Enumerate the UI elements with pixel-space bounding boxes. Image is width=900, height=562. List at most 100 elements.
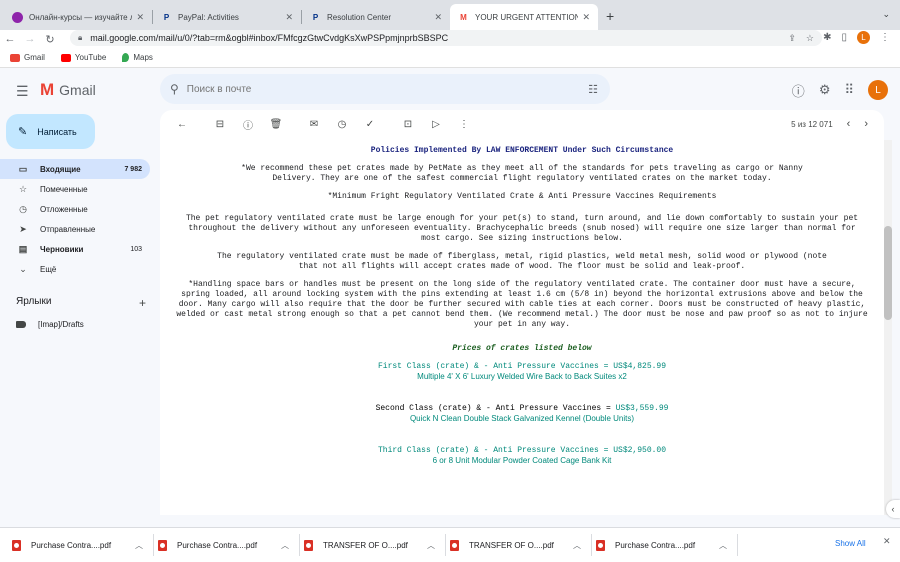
back-to-inbox-icon[interactable]: ←: [172, 119, 192, 130]
bookmark-gmail[interactable]: Gmail: [10, 53, 45, 62]
scrollbar-track[interactable]: [884, 140, 892, 515]
download-item[interactable]: TRANSFER OF O....pdf ︿: [300, 534, 446, 556]
label-icon[interactable]: ▷: [426, 119, 446, 130]
download-item[interactable]: TRANSFER OF O....pdf ︿: [446, 534, 592, 556]
search-bar: ⚲ ☷: [160, 74, 610, 104]
apps-grid-icon[interactable]: ⠿: [844, 82, 854, 98]
archive-icon[interactable]: ⊟: [210, 119, 230, 130]
chevron-up-icon[interactable]: ︿: [281, 540, 289, 551]
pdf-file-icon: [596, 539, 605, 551]
gear-icon[interactable]: ⚙: [819, 82, 831, 98]
price-item: First Class (crate) & - Anti Pressure Va…: [160, 362, 884, 382]
browser-tab[interactable]: P Resolution Center ✕: [302, 4, 450, 30]
price-description: Quick N Clean Double Stack Galvanized Ke…: [409, 414, 635, 423]
email-paragraph: *Handling space bars or handles must be …: [176, 280, 868, 329]
add-label-icon[interactable]: +: [139, 296, 146, 310]
sidebar-item-imap-drafts[interactable]: [Imap]/Drafts: [16, 320, 84, 329]
back-icon[interactable]: ←: [0, 33, 20, 45]
prices-heading: Prices of crates listed below: [452, 344, 592, 353]
labels-heading: Ярлыки +: [16, 296, 146, 310]
address-bar[interactable]: 🔒︎ mail.google.com/mail/u/0/?tab=rm&ogbl…: [70, 30, 822, 46]
sidebar-item-starred[interactable]: ☆ Помеченные: [0, 179, 150, 199]
download-item[interactable]: Purchase Contra....pdf ︿: [154, 534, 300, 556]
browser-tab[interactable]: P PayPal: Activities ✕: [153, 4, 301, 30]
gmail-header: ☰ M Gmail ⚲ ☷ ⓘ ⚙ ⠿ L: [0, 68, 900, 110]
new-tab-icon[interactable]: +: [606, 8, 614, 24]
scrollbar-thumb[interactable]: [884, 226, 892, 320]
sidebar-item-more[interactable]: ⌄ Ещё: [0, 259, 150, 279]
email-paragraph: *Minimum Fright Regulatory Ventilated Cr…: [327, 192, 717, 201]
show-all-downloads-button[interactable]: Show All: [829, 535, 872, 552]
pdf-file-icon: [12, 539, 21, 551]
delete-icon[interactable]: 🗑︎: [266, 119, 286, 130]
pagination: 5 из 12 071 ‹ ›: [791, 118, 868, 130]
compose-button[interactable]: ✎ Написать: [6, 114, 95, 149]
search-icon[interactable]: ⚲: [170, 82, 179, 96]
tab-title: Онлайн-курсы — изучайте л...: [29, 12, 133, 22]
share-icon[interactable]: ⇪: [788, 33, 796, 44]
downloads-bar: Purchase Contra....pdf ︿ Purchase Contra…: [0, 527, 900, 562]
chevron-up-icon[interactable]: ︿: [573, 540, 581, 551]
profile-avatar[interactable]: L: [857, 31, 870, 44]
close-icon[interactable]: ✕: [434, 12, 442, 23]
pdf-file-icon: [158, 539, 167, 551]
clock-icon: ◷: [19, 203, 27, 214]
price-label: First Class (crate) & - Anti Pressure Va…: [377, 362, 614, 371]
reload-icon[interactable]: ↻: [40, 33, 60, 46]
mark-unread-icon[interactable]: ✉: [304, 119, 324, 130]
tab-title: PayPal: Activities: [178, 12, 239, 22]
bookmark-star-icon[interactable]: ☆: [806, 33, 814, 44]
close-icon[interactable]: ✕: [883, 536, 891, 547]
lock-icon[interactable]: 🔒︎: [78, 33, 82, 43]
message-toolbar: ← ⊟ ⓘ 🗑︎ ✉ ◷ ✓ ⊡ ▷ ⋮ 5 из 12 071 ‹ ›: [160, 110, 884, 138]
download-item[interactable]: Purchase Contra....pdf ︿: [8, 534, 154, 556]
snooze-icon[interactable]: ◷: [332, 119, 352, 130]
browser-tab-active[interactable]: M YOUR URGENT ATTENTION IS... ✕: [450, 4, 598, 30]
search-input[interactable]: [186, 83, 589, 95]
forward-icon[interactable]: →: [20, 33, 40, 45]
menu-icon[interactable]: ⋮: [880, 32, 890, 43]
close-icon[interactable]: ✕: [582, 12, 590, 23]
email-paragraph: The pet regulatory ventilated crate must…: [185, 214, 859, 243]
bookmark-maps[interactable]: Maps: [122, 53, 153, 62]
sidebar-item-snoozed[interactable]: ◷ Отложенные: [0, 199, 150, 219]
gmail-logo[interactable]: M Gmail: [40, 80, 96, 100]
side-panel-toggle-icon[interactable]: ‹: [886, 500, 900, 518]
close-icon[interactable]: ✕: [136, 12, 144, 23]
side-panel-icon[interactable]: ▯: [841, 32, 847, 43]
report-spam-icon[interactable]: ⓘ: [238, 117, 258, 132]
sidebar-item-inbox[interactable]: ▭ Входящие 7 982: [0, 159, 150, 179]
tab-title: YOUR URGENT ATTENTION IS...: [475, 12, 579, 22]
sidebar-item-drafts[interactable]: ▤ Черновики 103: [0, 239, 150, 259]
move-to-icon[interactable]: ⊡: [398, 119, 418, 130]
chevron-up-icon[interactable]: ︿: [719, 540, 727, 551]
more-options-icon[interactable]: ⋮: [454, 119, 474, 130]
add-task-icon[interactable]: ✓: [360, 119, 380, 130]
browser-tab[interactable]: Онлайн-курсы — изучайте л... ✕: [4, 4, 152, 30]
drafts-count: 103: [130, 245, 142, 253]
sidebar-nav: ▭ Входящие 7 982 ☆ Помеченные ◷ Отложенн…: [0, 159, 150, 279]
extensions-icon[interactable]: ✱: [823, 32, 831, 43]
pager-count: 5 из 12 071: [791, 119, 833, 129]
star-icon: ☆: [18, 183, 28, 194]
main-menu-icon[interactable]: ☰: [16, 83, 29, 100]
tab-search-icon[interactable]: ⌄: [882, 9, 890, 20]
tab-title: Resolution Center: [327, 12, 392, 22]
draft-icon: ▤: [18, 243, 28, 254]
account-avatar[interactable]: L: [868, 80, 888, 100]
price-item: Second Class (crate) & - Anti Pressure V…: [160, 404, 884, 424]
price-value: US$3,559.99: [615, 404, 669, 413]
search-options-icon[interactable]: ☷: [588, 83, 598, 96]
chevron-up-icon[interactable]: ︿: [427, 540, 435, 551]
help-icon[interactable]: ⓘ: [792, 81, 805, 100]
download-item[interactable]: Purchase Contra....pdf ︿: [592, 534, 738, 556]
chevron-up-icon[interactable]: ︿: [135, 540, 143, 551]
unread-count: 7 982: [124, 165, 142, 173]
chevron-right-icon[interactable]: ›: [864, 118, 868, 130]
pdf-file-icon: [450, 539, 459, 551]
bookmark-youtube[interactable]: YouTube: [60, 53, 106, 62]
chevron-left-icon[interactable]: ‹: [847, 118, 851, 130]
sidebar-item-sent[interactable]: ➤ Отправленные: [0, 219, 150, 239]
close-icon[interactable]: ✕: [285, 12, 293, 23]
online-courses-favicon-icon: [12, 11, 23, 23]
